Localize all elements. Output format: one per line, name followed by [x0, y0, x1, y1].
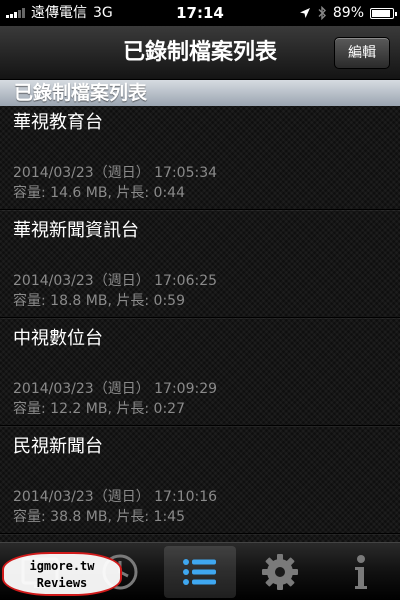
recording-size-duration: 容量: 12.2 MB, 片長: 0:27: [13, 401, 185, 417]
recording-size-duration: 容量: 14.6 MB, 片長: 0:44: [13, 185, 185, 201]
battery-percent: 89%: [332, 5, 364, 21]
recording-row[interactable]: 華視新聞資訊台 2014/03/23（週日） 17:06:25 容量: 18.8 M…: [0, 210, 400, 318]
channel-name: 華視新聞資訊台: [13, 220, 139, 241]
recording-datetime: 2014/03/23（週日） 17:06:25: [13, 273, 218, 289]
battery-icon: [370, 7, 397, 19]
watermark-stamp: igmore.tw Reviews: [2, 552, 122, 596]
watermark-line-1: igmore.tw: [29, 559, 95, 573]
location-arrow-icon: [299, 8, 310, 18]
channel-name: 民視新聞台: [13, 436, 103, 457]
battery-level-fill: [372, 9, 390, 17]
recording-datetime: 2014/03/23（週日） 17:10:16: [13, 489, 218, 505]
recording-datetime: 2014/03/23（週日） 17:05:34: [13, 165, 218, 181]
recording-row[interactable]: 民視新聞台 2014/03/23（週日） 17:10:16 容量: 38.8 MB,…: [0, 426, 400, 534]
edit-button[interactable]: 編輯: [334, 37, 390, 69]
section-header: 已錄制檔案列表: [0, 80, 400, 106]
bluetooth-icon: [318, 6, 326, 20]
recording-size-duration: 容量: 38.8 MB, 片長: 1:45: [13, 509, 185, 525]
navigation-bar: 已錄制檔案列表 編輯: [0, 26, 400, 80]
gear-icon: [262, 554, 298, 590]
watermark-line-2: Reviews: [36, 576, 88, 590]
recording-datetime: 2014/03/23（週日） 17:09:29: [13, 381, 218, 397]
tab-info[interactable]: [320, 543, 400, 600]
status-bar: 遠傳電信 3G 17:14 89%: [0, 0, 400, 26]
info-icon: [355, 555, 367, 589]
tab-recordings[interactable]: [160, 543, 240, 600]
channel-name: 華視教育台: [13, 112, 103, 133]
recording-row[interactable]: 中視數位台 2014/03/23（週日） 17:09:29 容量: 12.2 MB,…: [0, 318, 400, 426]
tab-settings[interactable]: [240, 543, 320, 600]
recordings-list[interactable]: 已錄制檔案列表 華視教育台 2014/03/23（週日） 17:05:34 容量: …: [0, 80, 400, 542]
list-icon: [183, 559, 216, 585]
channel-name: 中視數位台: [13, 328, 103, 349]
recording-size-duration: 容量: 18.8 MB, 片長: 0:59: [13, 293, 185, 309]
recording-row[interactable]: 華視教育台 2014/03/23（週日） 17:05:34 容量: 14.6 MB,…: [0, 102, 400, 210]
